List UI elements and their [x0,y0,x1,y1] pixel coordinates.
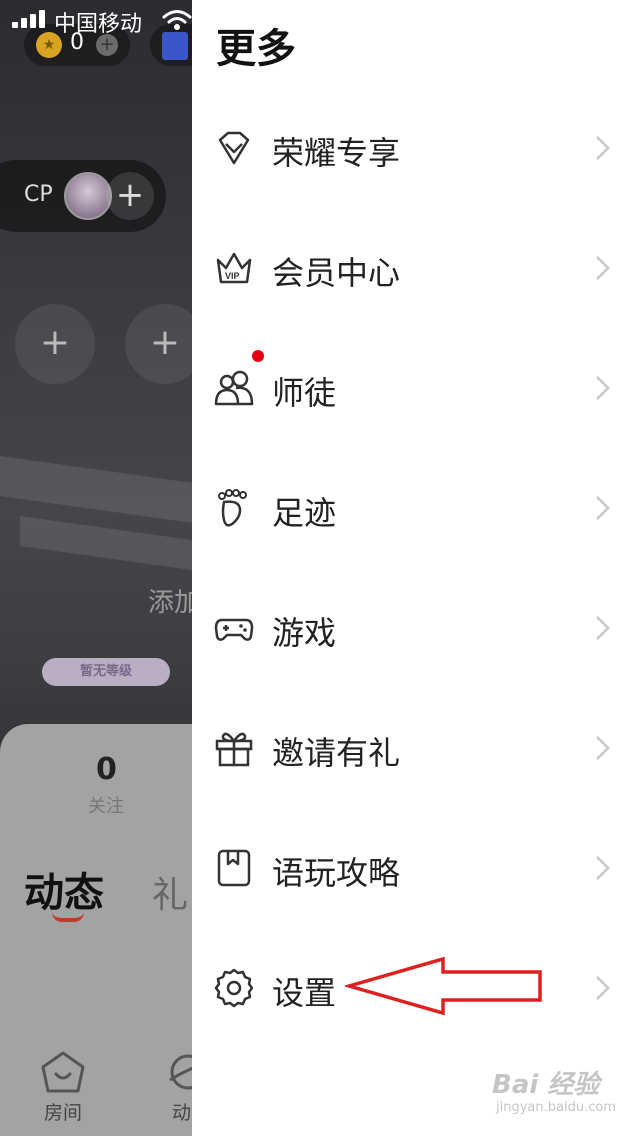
follow-label[interactable]: 关注 [88,792,124,818]
background-streak [20,515,192,575]
home-icon[interactable] [40,1050,86,1094]
menu-item-vip[interactable]: VIP 会员中心 [192,218,640,318]
notification-dot [252,350,264,362]
chevron-right-icon [596,856,610,880]
nav-dynamic-label[interactable]: 动 [172,1098,191,1125]
gamepad-icon [214,618,254,641]
planet-icon[interactable] [166,1050,192,1094]
slot-add-button[interactable]: + [15,304,95,384]
cp-pill[interactable]: CP + [0,160,166,232]
menu-item-games[interactable]: 游戏 [192,578,640,678]
signal-icon [12,10,46,28]
menu-item-label: 荣耀专享 [272,134,401,172]
diamond-icon [218,131,250,165]
watermark-text: Bai 经验 [492,1070,600,1100]
gear-icon [214,968,254,1008]
mentor-icon [214,370,254,406]
guide-icon [217,849,251,887]
chevron-right-icon [596,496,610,520]
chevron-right-icon [596,736,610,760]
menu-item-label: 足迹 [272,494,337,532]
menu-item-label: 师徒 [272,374,337,412]
menu-item-label: 游戏 [272,614,337,652]
chevron-right-icon [596,976,610,1000]
menu-item-mentor[interactable]: 师徒 [192,338,640,438]
chevron-right-icon [596,376,610,400]
menu-item-label: 设置 [272,974,337,1012]
cp-add-button[interactable]: + [106,172,154,220]
tab-dynamic[interactable]: 动态 [24,860,104,918]
watermark-logo: Bai 经验 jingyan.baidu.com [488,1064,628,1124]
background-streak [0,454,192,526]
menu-item-label: 会员中心 [272,254,401,292]
tab-active-indicator [52,912,84,922]
watermark-url: jingyan.baidu.com [496,1100,616,1115]
nav-room-label[interactable]: 房间 [44,1098,82,1125]
menu-item-honor[interactable]: 荣耀专享 [192,98,640,198]
vip-crown-icon: VIP [216,252,252,284]
tab-gift[interactable]: 礼 [152,866,188,918]
wifi-icon [162,10,192,30]
gift-icon [215,732,253,767]
add-hint-text: 添加 [148,588,192,618]
follow-count: 0 [96,752,117,787]
cp-label: CP [24,182,53,207]
profile-background: ★ 0 + CP + + + 添加 暂无等级 0 关注 动态 礼 房间 动 [0,0,192,1136]
chevron-right-icon [596,256,610,280]
menu-item-invite[interactable]: 邀请有礼 [192,698,640,798]
menu-item-label: 语玩攻略 [272,854,401,892]
menu-item-label: 邀请有礼 [272,734,401,772]
carrier-name: 中国移动 [54,12,143,37]
slot-add-button[interactable]: + [125,304,192,384]
profile-bottom-sheet: 0 关注 动态 礼 房间 动 [0,724,192,1136]
chevron-right-icon [596,136,610,160]
avatar[interactable] [64,172,112,220]
svg-text:VIP: VIP [225,271,240,281]
menu-item-footprint[interactable]: 足迹 [192,458,640,558]
drawer-title: 更多 [216,26,296,72]
menu-item-guide[interactable]: 语玩攻略 [192,818,640,918]
annotation-arrow-icon [345,956,542,1016]
chevron-right-icon [596,616,610,640]
footprint-icon [218,489,247,527]
level-badge: 暂无等级 [42,658,170,686]
